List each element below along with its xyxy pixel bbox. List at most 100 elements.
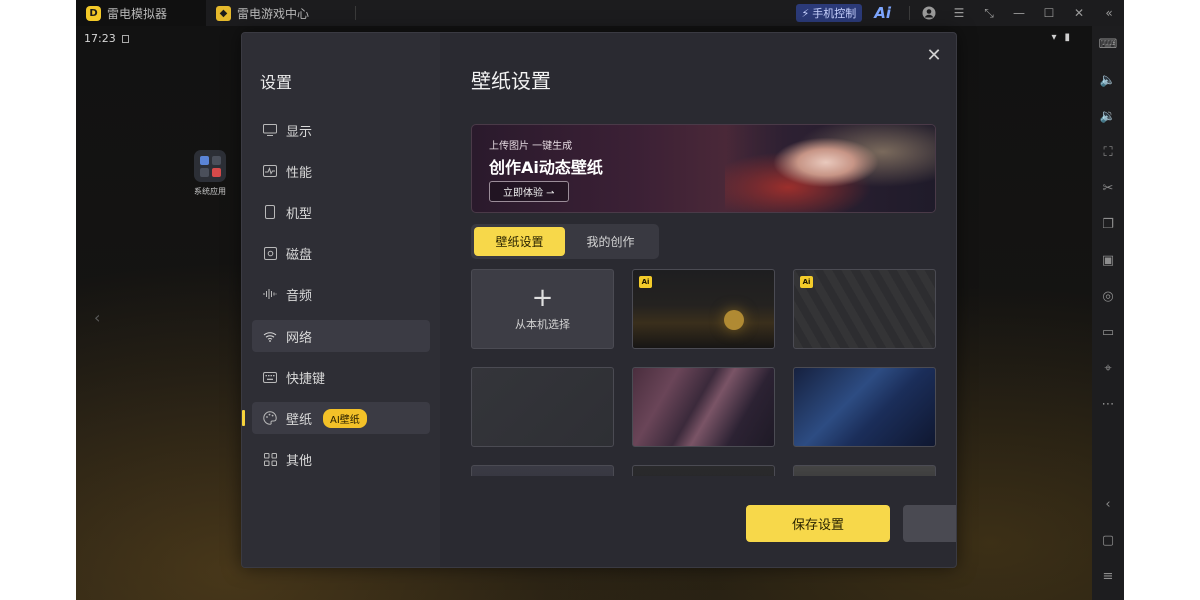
lightning-icon: ⚡	[801, 6, 810, 20]
status-bar: 17:23	[84, 32, 129, 45]
palette-icon	[263, 411, 277, 425]
nav-item-label: 网络	[286, 330, 313, 346]
maximize-icon[interactable]: ☐	[1034, 0, 1064, 26]
chevron-left-icon[interactable]: ‹	[94, 308, 100, 327]
tab-wallpaper-settings[interactable]: 壁纸设置	[474, 227, 565, 256]
banner-artwork	[725, 125, 935, 212]
phone-control-label: 手机控制	[812, 7, 857, 20]
menu-icon[interactable]: ☰	[944, 0, 974, 26]
status-icons: ▾ ▮	[1051, 32, 1070, 43]
wallpaper-thumbnail[interactable]	[471, 367, 614, 447]
collapse-sidebar-icon[interactable]: «	[1094, 0, 1124, 26]
nav-item-label: 音频	[286, 288, 313, 304]
try-now-button[interactable]: 立即体验 ⇀	[489, 181, 569, 202]
scissors-icon[interactable]: ✂	[1092, 170, 1124, 206]
nav-item-label: 壁纸	[286, 412, 313, 428]
location-icon[interactable]: ⌖	[1092, 350, 1124, 386]
page-title: 壁纸设置	[471, 69, 551, 93]
wallpaper-tabs: 壁纸设置 我的创作	[471, 224, 659, 259]
leidian-logo-icon: D	[86, 5, 101, 21]
multi-instance-icon[interactable]: ❐	[1092, 206, 1124, 242]
phone-model-icon	[263, 205, 277, 219]
monitor-icon	[263, 123, 277, 137]
minimize-icon[interactable]: —	[1004, 0, 1034, 26]
ai-wallpaper-badge: AI壁纸	[323, 408, 367, 428]
notification-icon	[121, 34, 129, 43]
ai-button[interactable]: Ai	[874, 4, 891, 22]
nav-item-network[interactable]: 网络	[252, 320, 430, 352]
wallpaper-thumbnail[interactable]	[632, 367, 775, 447]
ai-tag-icon: Ai	[639, 276, 652, 288]
more-icon[interactable]: ⋯	[1092, 386, 1124, 422]
title-bar: D 雷电模拟器 ◆ 雷电游戏中心 ⚡ 手机控制 Ai ☰ ⤡ — ☐ ✕ «	[76, 0, 1124, 26]
wallpaper-sun-art	[724, 310, 744, 330]
wallpaper-thumbnail[interactable]	[793, 367, 936, 447]
save-button[interactable]: 保存设置	[746, 505, 890, 542]
nav-item-audio[interactable]: 音频	[252, 278, 430, 310]
folder-icon[interactable]: ▭	[1092, 314, 1124, 350]
game-center-icon: ◆	[216, 5, 231, 21]
disk-icon	[263, 246, 277, 260]
close-icon[interactable]: ✕	[924, 45, 944, 66]
recents-icon[interactable]: ≡	[1092, 558, 1124, 594]
nav-item-hotkeys[interactable]: 快捷键	[252, 361, 430, 393]
settings-content: 壁纸设置 ✕ 上传图片 一键生成 创作Ai动态壁纸 立即体验 ⇀ 壁纸设置 我的…	[440, 33, 956, 567]
wifi-signal-icon: ▾	[1051, 32, 1057, 43]
record-icon[interactable]: ◎	[1092, 278, 1124, 314]
tab-divider	[355, 6, 357, 20]
keyboard-mapping-icon[interactable]: ⌨	[1092, 26, 1124, 62]
plus-icon: +	[531, 283, 554, 313]
upload-label: 从本机选择	[515, 318, 570, 331]
wallpaper-thumbnail[interactable]	[793, 465, 936, 476]
selected-indicator	[242, 410, 245, 426]
phone-control-button[interactable]: ⚡ 手机控制	[795, 4, 863, 22]
robot-icon[interactable]: ▣	[1092, 242, 1124, 278]
upload-local-tile[interactable]: + 从本机选择	[471, 269, 614, 349]
desktop-app-system[interactable]: 系统应用	[190, 150, 230, 197]
banner-title: 创作Ai动态壁纸	[489, 158, 603, 177]
wallpaper-thumbnail[interactable]	[471, 465, 614, 476]
settings-nav: 设置 显示 性能 机型 磁盘 音频 网络 快捷键 壁纸 AI壁纸 其他	[242, 33, 440, 567]
tab-game-center[interactable]: ◆ 雷电游戏中心	[206, 0, 319, 26]
home-icon[interactable]: ▢	[1092, 522, 1124, 558]
volume-down-icon[interactable]: 🔉	[1092, 98, 1124, 134]
user-avatar-icon[interactable]	[914, 0, 944, 26]
nav-item-wallpaper[interactable]: 壁纸 AI壁纸	[242, 402, 430, 434]
battery-icon: ▮	[1064, 32, 1070, 43]
close-window-icon[interactable]: ✕	[1064, 0, 1094, 26]
volume-up-icon[interactable]: 🔈	[1092, 62, 1124, 98]
nav-item-performance[interactable]: 性能	[252, 155, 430, 187]
wallpaper-thumbnail[interactable]: Ai	[632, 269, 775, 349]
wallpaper-grid: + 从本机选择 Ai Ai	[471, 269, 941, 476]
nav-item-label: 显示	[286, 124, 313, 140]
nav-item-label: 机型	[286, 206, 313, 222]
nav-item-other[interactable]: 其他	[252, 443, 430, 475]
content-scrollbar[interactable]	[956, 121, 957, 351]
system-apps-icon	[194, 150, 226, 182]
tab-leidian-emulator[interactable]: D 雷电模拟器	[76, 0, 206, 26]
title-bar-controls: ⚡ 手机控制 Ai ☰ ⤡ — ☐ ✕ «	[795, 0, 1125, 26]
divider	[909, 6, 910, 20]
tab-my-creations[interactable]: 我的创作	[565, 227, 656, 256]
tab-label: 雷电游戏中心	[237, 6, 310, 21]
wifi-icon	[263, 329, 277, 343]
audio-icon	[263, 287, 277, 301]
nav-item-label: 快捷键	[286, 371, 326, 387]
wallpaper-thumbnail[interactable]	[632, 465, 775, 476]
nav-item-label: 其他	[286, 453, 313, 469]
nav-item-label: 性能	[286, 165, 313, 181]
nav-item-disk[interactable]: 磁盘	[252, 237, 430, 269]
ai-tag-icon: Ai	[800, 276, 813, 288]
back-icon[interactable]: ‹	[1092, 486, 1124, 522]
wallpaper-thumbnail[interactable]: Ai	[793, 269, 936, 349]
ai-wallpaper-banner[interactable]: 上传图片 一键生成 创作Ai动态壁纸 立即体验 ⇀	[471, 124, 936, 213]
performance-icon	[263, 164, 277, 178]
shrink-window-icon[interactable]: ⤡	[974, 0, 1004, 26]
cancel-button[interactable]: 取消	[903, 505, 956, 542]
clock: 17:23	[84, 32, 116, 45]
banner-subtitle: 上传图片 一键生成	[489, 141, 573, 152]
tab-label: 雷电模拟器	[107, 6, 168, 21]
nav-item-phone-model[interactable]: 机型	[252, 196, 430, 228]
nav-item-display[interactable]: 显示	[252, 114, 430, 146]
screenshot-icon[interactable]: ⛶	[1092, 134, 1124, 170]
